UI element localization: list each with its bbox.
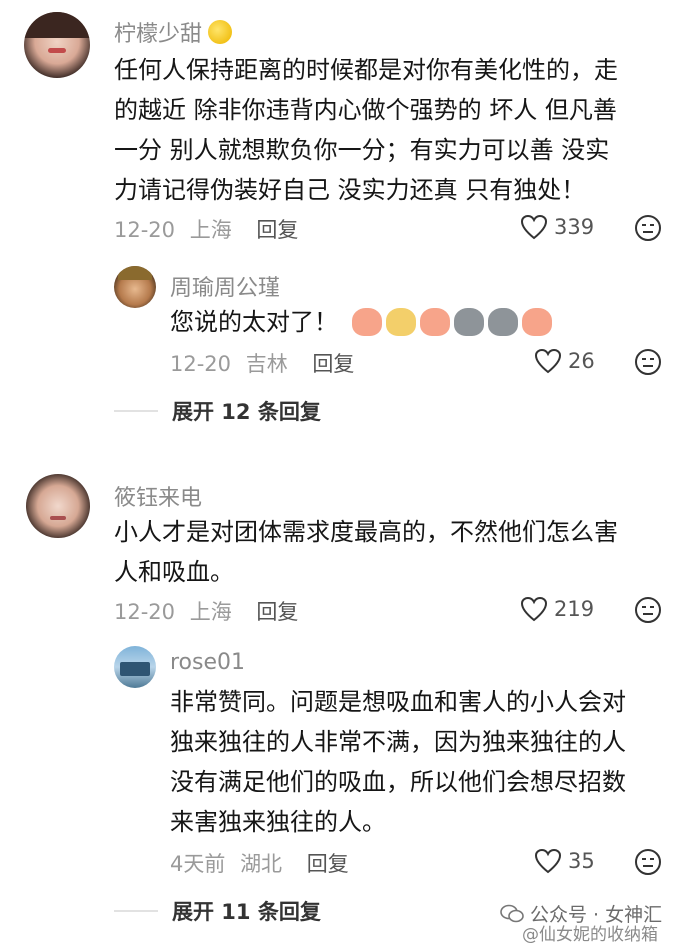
peach-sticker-icon: [420, 308, 450, 336]
reply-line: 非常赞同。问题是想吸血和害人的小人会对: [170, 688, 626, 716]
reply-line: 独来独往的人非常不满，因为独来独往的人: [170, 728, 626, 756]
reply-meta: 12-20 吉林 回复: [170, 348, 354, 378]
reply-button[interactable]: 回复: [307, 852, 349, 876]
like-button[interactable]: 26: [534, 348, 595, 374]
reply-location: 吉林: [245, 352, 288, 376]
comment-content: 小人才是对团体需求度最高的，不然他们怎么害 人和吸血。: [114, 512, 674, 592]
like-button[interactable]: 339: [520, 214, 594, 240]
heart-outline-icon: [520, 596, 548, 622]
comment-content: 任何人保持距离的时候都是对你有美化性的，走 的越近 除非你违背内心做个强势的 坏…: [114, 50, 674, 210]
divider: [114, 410, 158, 412]
lemon-icon: [208, 20, 233, 44]
expand-label: 展开 12 条回复: [172, 400, 321, 424]
like-count: 339: [554, 215, 595, 239]
reply-content: 非常赞同。问题是想吸血和害人的小人会对 独来独往的人非常不满，因为独来独往的人 …: [170, 682, 670, 842]
reply-button[interactable]: 回复: [256, 218, 298, 242]
comment-date: 12-20: [114, 600, 176, 624]
comment-location: 上海: [189, 218, 232, 242]
divider: [114, 910, 158, 912]
comment-line: 的越近 除非你违背内心做个强势的 坏人 但凡善: [114, 96, 617, 124]
comment-meta: 12-20 上海 回复: [114, 596, 298, 626]
reply-location: 湖北: [240, 852, 283, 876]
like-count: 219: [554, 597, 595, 621]
comment-line: 人和吸血。: [114, 558, 234, 586]
expand-replies-button[interactable]: 展开 12 条回复: [114, 396, 321, 426]
reply-line: 来害独来独往的人。: [170, 808, 386, 836]
dislike-face-icon[interactable]: [634, 348, 662, 376]
wechat-icon: [500, 904, 524, 922]
dislike-face-icon[interactable]: [634, 848, 662, 876]
avatar[interactable]: [26, 474, 90, 538]
like-count: 26: [568, 349, 595, 373]
expand-label: 展开 11 条回复: [172, 900, 321, 924]
expand-replies-button[interactable]: 展开 11 条回复: [114, 896, 321, 926]
reply-button[interactable]: 回复: [256, 600, 298, 624]
avatar[interactable]: [24, 12, 90, 78]
comment-meta: 12-20 上海 回复: [114, 214, 298, 244]
cat-sticker-icon: [488, 308, 518, 336]
comment-date: 12-20: [114, 218, 176, 242]
reply-line: 没有满足他们的吸血，所以他们会想尽招数: [170, 768, 626, 796]
like-button[interactable]: 219: [520, 596, 594, 622]
like-count: 35: [568, 849, 595, 873]
reply-button[interactable]: 回复: [312, 352, 354, 376]
username[interactable]: 筱钰来电: [114, 480, 202, 512]
reply-meta: 4天前 湖北 回复: [170, 848, 349, 878]
cat-sticker-icon: [454, 308, 484, 336]
comment-line: 任何人保持距离的时候都是对你有美化性的，走: [114, 56, 618, 84]
avatar[interactable]: [114, 266, 156, 308]
sticker-group: [352, 308, 556, 336]
reply-date: 4天前: [170, 852, 226, 876]
peach-sticker-icon: [522, 308, 552, 336]
comment-line: 力请记得伪装好自己 没实力还真 只有独处！: [114, 176, 586, 204]
avatar[interactable]: [114, 646, 156, 688]
dislike-face-icon[interactable]: [634, 596, 662, 624]
comment-location: 上海: [189, 600, 232, 624]
heart-outline-icon: [534, 348, 562, 374]
username-text[interactable]: 柠檬少甜: [114, 16, 202, 48]
username[interactable]: 柠檬少甜: [114, 16, 233, 48]
comment-line: 一分 别人就想欺负你一分；有实力可以善 没实: [114, 136, 610, 164]
reply-username[interactable]: 周瑜周公瑾: [170, 270, 280, 302]
comment-line: 小人才是对团体需求度最高的，不然他们怎么害: [114, 518, 618, 546]
watermark-handle: @仙女妮的收纳箱: [522, 925, 658, 945]
heart-outline-icon: [520, 214, 548, 240]
heart-outline-icon: [534, 848, 562, 874]
reply-username[interactable]: rose01: [170, 650, 245, 675]
reply-content: 您说的太对了！: [170, 302, 556, 342]
reply-date: 12-20: [170, 352, 232, 376]
dislike-face-icon[interactable]: [634, 214, 662, 242]
dog-sticker-icon: [386, 308, 416, 336]
reply-text: 您说的太对了！: [170, 308, 338, 336]
peach-sticker-icon: [352, 308, 382, 336]
like-button[interactable]: 35: [534, 848, 595, 874]
